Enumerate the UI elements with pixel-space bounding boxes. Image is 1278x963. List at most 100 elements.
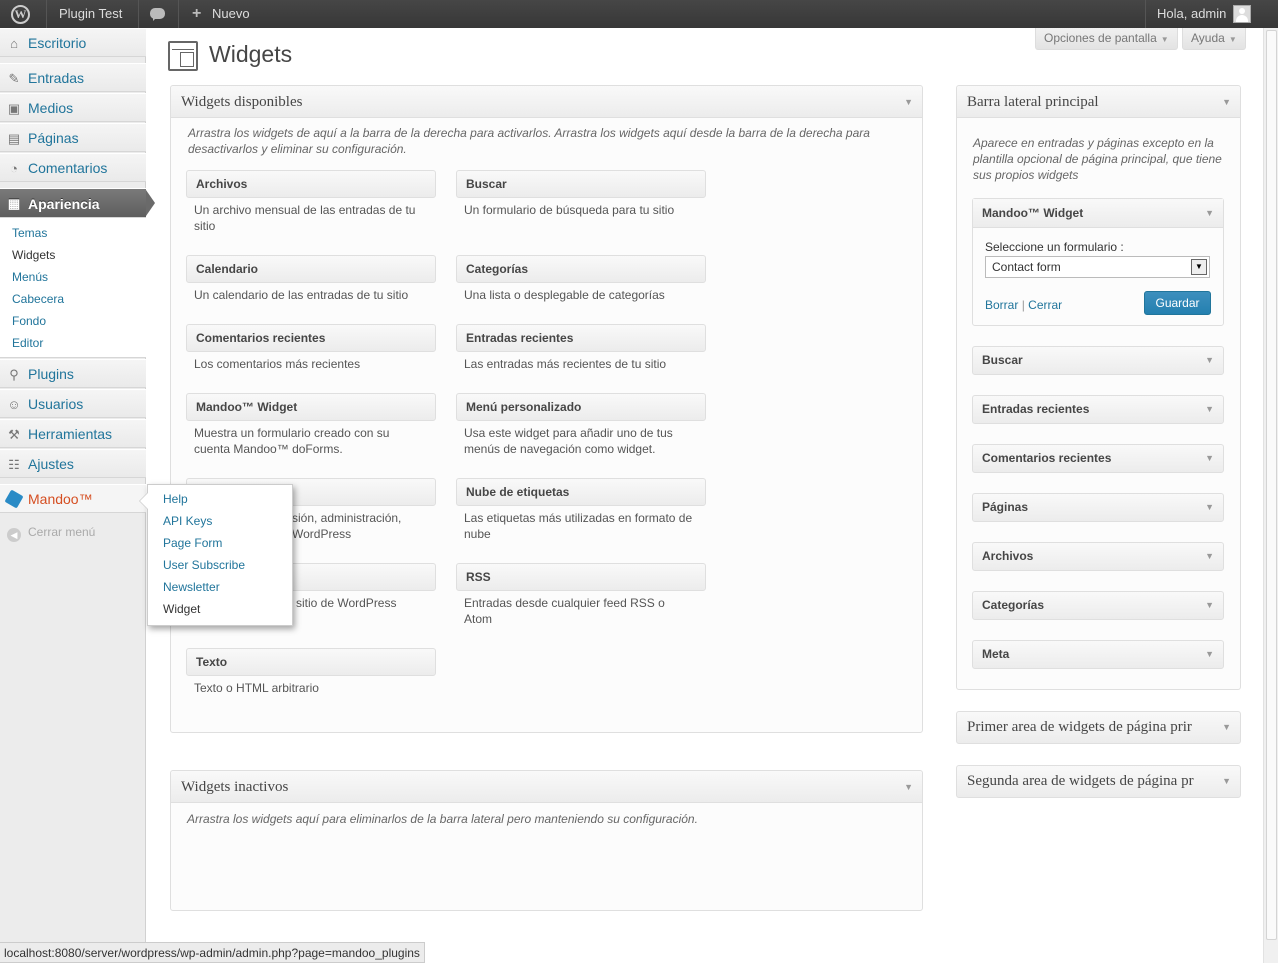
flyout-user-subscribe[interactable]: User Subscribe xyxy=(163,558,245,572)
chevron-down-icon[interactable]: ▼ xyxy=(1205,199,1214,227)
available-widgets-header[interactable]: Widgets disponibles ▼ xyxy=(171,86,922,118)
first-page-widget-area[interactable]: Primer area de widgets de página prir ▼ xyxy=(956,711,1241,744)
help-button[interactable]: Ayuda ▼ xyxy=(1182,28,1246,50)
submenu-editor[interactable]: Editor xyxy=(12,336,43,350)
account-greeting[interactable]: Hola, admin xyxy=(1157,0,1226,28)
save-button[interactable]: Guardar xyxy=(1144,291,1211,315)
sidebar-widget-meta[interactable]: Meta ▼ xyxy=(972,640,1224,669)
sidebar-widget-paginas[interactable]: Páginas ▼ xyxy=(972,493,1224,522)
new-content-link[interactable]: Nuevo xyxy=(212,0,250,28)
flyout-widget[interactable]: Widget xyxy=(163,602,200,616)
form-select[interactable]: Contact form ▼ xyxy=(985,256,1210,278)
menu-label: Mandoo™ xyxy=(28,491,93,507)
menu-label: Entradas xyxy=(28,70,85,86)
menu-item-usuarios[interactable]: ☺ Usuarios xyxy=(0,389,146,418)
widget-calendario[interactable]: Calendario xyxy=(186,255,436,283)
widget-description: Un calendario de las entradas de tu siti… xyxy=(194,288,409,302)
flyout-api-keys[interactable]: API Keys xyxy=(163,514,212,528)
widget-title: Entradas recientes xyxy=(982,402,1090,416)
chevron-down-icon[interactable]: ▼ xyxy=(904,86,913,118)
admin-bar: W Plugin Test + Nuevo Hola, admin xyxy=(0,0,1278,28)
collapse-label: Cerrar menú xyxy=(28,525,96,539)
sidebar-widget-archivos[interactable]: Archivos ▼ xyxy=(972,542,1224,571)
widget-actions: Borrar | Cerrar xyxy=(985,298,1062,312)
submenu-temas[interactable]: Temas xyxy=(12,226,47,240)
appearance-submenu: Temas Widgets Menús Cabecera Fondo Edito… xyxy=(0,218,146,358)
chevron-down-icon[interactable]: ▼ xyxy=(1205,543,1214,570)
flyout-page-form[interactable]: Page Form xyxy=(163,536,222,550)
widget-description: Los comentarios más recientes xyxy=(194,357,361,371)
menu-label: Ajustes xyxy=(28,456,74,472)
chevron-down-icon[interactable]: ▼ xyxy=(1222,86,1231,118)
second-page-widget-area[interactable]: Segunda area de widgets de página pr ▼ xyxy=(956,765,1241,798)
chevron-down-icon[interactable]: ▼ xyxy=(1205,396,1214,423)
menu-item-plugins[interactable]: ⚲ Plugins xyxy=(0,359,146,388)
panel-title: Widgets inactivos xyxy=(181,779,289,795)
submenu-widgets[interactable]: Widgets xyxy=(12,248,55,262)
menu-item-herramientas[interactable]: ⚒ Herramientas xyxy=(0,419,146,448)
vertical-scrollbar[interactable] xyxy=(1263,28,1278,963)
screen-options-button[interactable]: Opciones de pantalla ▼ xyxy=(1035,28,1178,50)
widget-description: Texto o HTML arbitrario xyxy=(194,681,319,695)
widget-rss[interactable]: RSS xyxy=(456,563,706,591)
separator xyxy=(46,0,47,28)
dashboard-icon: ⌂ xyxy=(10,36,18,51)
submenu-menus[interactable]: Menús xyxy=(12,270,48,284)
widget-categorias[interactable]: Categorías xyxy=(456,255,706,283)
sidebar-widget-buscar[interactable]: Buscar ▼ xyxy=(972,346,1224,375)
widget-entradas-recientes[interactable]: Entradas recientes xyxy=(456,324,706,352)
menu-item-medios[interactable]: ▣ Medios xyxy=(0,93,146,122)
widget-description: Usa este widget para añadir uno de tus m… xyxy=(464,426,673,456)
close-link[interactable]: Cerrar xyxy=(1028,298,1062,312)
chevron-down-icon[interactable]: ▼ xyxy=(1205,494,1214,521)
separator xyxy=(138,0,139,28)
widget-mandoo[interactable]: Mandoo™ Widget xyxy=(186,393,436,421)
menu-item-entradas[interactable]: ✎ Entradas xyxy=(0,63,146,92)
chevron-down-icon[interactable]: ▼ xyxy=(1222,766,1231,797)
inactive-widgets-header[interactable]: Widgets inactivos ▼ xyxy=(171,771,922,803)
widget-buscar[interactable]: Buscar xyxy=(456,170,706,198)
chevron-down-icon[interactable]: ▼ xyxy=(904,771,913,803)
avatar[interactable] xyxy=(1233,5,1251,23)
sidebar-widget-comentarios-recientes[interactable]: Comentarios recientes ▼ xyxy=(972,444,1224,473)
menu-label: Herramientas xyxy=(28,426,113,442)
primary-sidebar-header[interactable]: Barra lateral principal ▼ xyxy=(957,86,1240,118)
delete-link[interactable]: Borrar xyxy=(985,298,1018,312)
widget-texto[interactable]: Texto xyxy=(186,648,436,676)
chevron-down-icon[interactable]: ▼ xyxy=(1205,641,1214,668)
widget-comentarios-recientes[interactable]: Comentarios recientes xyxy=(186,324,436,352)
menu-item-apariencia[interactable]: ▦ Apariencia xyxy=(0,188,155,218)
menu-item-escritorio[interactable]: ⌂ Escritorio xyxy=(0,28,146,57)
media-icon: ▣ xyxy=(7,101,21,116)
browser-status-url: localhost:8080/server/wordpress/wp-admin… xyxy=(0,942,425,963)
flyout-help[interactable]: Help xyxy=(163,492,188,506)
comments-icon[interactable] xyxy=(150,8,165,21)
menu-item-ajustes[interactable]: ☷ Ajustes xyxy=(0,449,146,478)
pages-icon: ▤ xyxy=(7,131,21,146)
chevron-down-icon[interactable]: ▼ xyxy=(1205,445,1214,472)
chevron-down-icon[interactable]: ▼ xyxy=(1205,347,1214,374)
widget-nube-etiquetas[interactable]: Nube de etiquetas xyxy=(456,478,706,506)
submenu-cabecera[interactable]: Cabecera xyxy=(12,292,64,306)
menu-item-paginas[interactable]: ▤ Páginas xyxy=(0,123,146,152)
flyout-newsletter[interactable]: Newsletter xyxy=(163,580,220,594)
widget-title: RSS xyxy=(466,570,491,584)
sidebar-widget-entradas-recientes[interactable]: Entradas recientes ▼ xyxy=(972,395,1224,424)
menu-label: Comentarios xyxy=(28,160,108,176)
help-label: Ayuda xyxy=(1191,31,1225,45)
submenu-fondo[interactable]: Fondo xyxy=(12,314,46,328)
chevron-down-icon[interactable]: ▼ xyxy=(1222,712,1231,743)
widget-title: Texto xyxy=(196,655,228,669)
widget-menu-personalizado[interactable]: Menú personalizado xyxy=(456,393,706,421)
wordpress-logo-icon[interactable]: W xyxy=(11,5,30,24)
sidebar-widget-categorias[interactable]: Categorías ▼ xyxy=(972,591,1224,620)
chevron-down-icon[interactable]: ▼ xyxy=(1205,592,1214,619)
collapse-menu-button[interactable]: ◀ Cerrar menú xyxy=(7,525,95,542)
menu-item-mandoo[interactable]: Mandoo™ xyxy=(0,484,146,513)
menu-item-comentarios[interactable]: ◔ Comentarios xyxy=(0,153,146,182)
widget-archivos[interactable]: Archivos xyxy=(186,170,436,198)
mandoo-widget-header[interactable]: Mandoo™ Widget ▼ xyxy=(973,199,1223,228)
site-name-link[interactable]: Plugin Test xyxy=(59,0,122,28)
widget-title: Mandoo™ Widget xyxy=(196,400,298,414)
scrollbar-thumb[interactable] xyxy=(1266,30,1277,940)
